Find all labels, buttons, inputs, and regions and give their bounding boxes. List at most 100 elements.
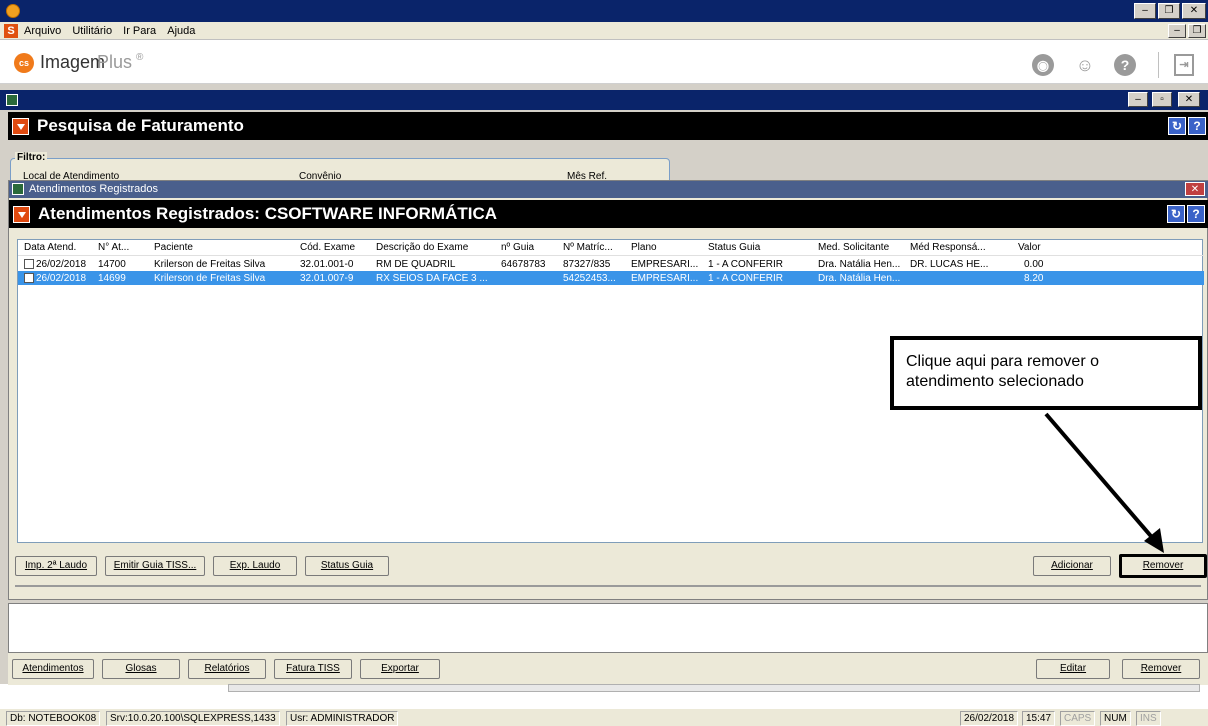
col-status-guia[interactable]: Status Guia bbox=[708, 242, 792, 253]
menu-ajuda[interactable]: Ajuda bbox=[167, 22, 195, 40]
row-checkbox[interactable] bbox=[24, 273, 34, 283]
exportar-button[interactable]: Exportar bbox=[360, 659, 440, 679]
mdi-restore-icon[interactable]: ❐ bbox=[1188, 24, 1206, 38]
col-plano[interactable]: Plano bbox=[631, 242, 693, 253]
remover-bottom-button[interactable]: Remover bbox=[1122, 659, 1200, 679]
user-icon[interactable]: ☺ bbox=[1074, 54, 1096, 76]
status-date: 26/02/2018 bbox=[960, 711, 1019, 726]
mdi-minimize-icon[interactable]: ‒ bbox=[1168, 24, 1186, 38]
glosas-button[interactable]: Glosas bbox=[102, 659, 180, 679]
cell-status-guia: 1 - A CONFERIR bbox=[708, 259, 784, 270]
status-time: 15:47 bbox=[1022, 711, 1056, 726]
collapse-icon[interactable] bbox=[13, 206, 30, 223]
details-pane bbox=[8, 603, 1208, 653]
window-icon bbox=[6, 94, 18, 106]
status-num: NUM bbox=[1100, 711, 1131, 726]
cell-med-solicitante: Dra. Natália Hen... bbox=[818, 273, 901, 284]
horizontal-scrollbar[interactable] bbox=[228, 684, 1200, 692]
help-icon[interactable]: ? bbox=[1188, 117, 1206, 135]
emitir-guia-button[interactable]: Emitir Guia TISS... bbox=[105, 556, 205, 576]
status-db: Db: NOTEBOOK08 bbox=[6, 711, 101, 726]
status-guia-button[interactable]: Status Guia bbox=[305, 556, 389, 576]
cell-descricao: RM DE QUADRIL bbox=[376, 259, 456, 270]
menu-bar: S Arquivo Utilitário Ir Para Ajuda ‒ ❐ bbox=[0, 22, 1208, 40]
collapse-icon[interactable] bbox=[12, 118, 29, 135]
window-icon bbox=[12, 183, 24, 195]
cell-status-guia: 1 - A CONFERIR bbox=[708, 273, 784, 284]
table-row[interactable]: 26/02/2018 14700 Krilerson de Freitas Si… bbox=[18, 257, 1204, 271]
status-usr: Usr: ADMINISTRADOR bbox=[286, 711, 399, 726]
cell-valor: 0.00 bbox=[1024, 259, 1044, 270]
cell-data: 26/02/2018 bbox=[36, 259, 87, 270]
menu-ir-para[interactable]: Ir Para bbox=[123, 22, 156, 40]
cell-n-matricula: 87327/835 bbox=[563, 259, 611, 270]
cell-med-responsavel: DR. LUCAS HE... bbox=[910, 259, 989, 270]
refresh-icon[interactable]: ↻ bbox=[1168, 117, 1186, 135]
cell-cod-exame: 32.01.007-9 bbox=[300, 273, 354, 284]
logout-icon[interactable]: ⇥ bbox=[1174, 54, 1194, 76]
col-descricao[interactable]: Descrição do Exame bbox=[376, 242, 496, 253]
callout-line2: atendimento selecionado bbox=[906, 373, 1084, 390]
toolbar-divider bbox=[1158, 52, 1159, 78]
status-ins: INS bbox=[1136, 711, 1161, 726]
cell-med-solicitante: Dra. Natália Hen... bbox=[818, 259, 901, 270]
atendimentos-tab-button[interactable]: Atendimentos bbox=[12, 659, 94, 679]
list-header: Data Atend. N° At... Paciente Cód. Exame… bbox=[18, 240, 1204, 256]
col-data-atend[interactable]: Data Atend. bbox=[24, 242, 82, 253]
col-n-guia[interactable]: nº Guia bbox=[501, 242, 557, 253]
pesquisa-header-title: Pesquisa de Faturamento bbox=[37, 116, 244, 135]
exp-laudo-button[interactable]: Exp. Laudo bbox=[213, 556, 297, 576]
col-n-matricula[interactable]: Nº Matríc... bbox=[563, 242, 627, 253]
divider bbox=[15, 585, 1201, 587]
pesquisa-minimize-icon[interactable]: ‒ bbox=[1128, 92, 1148, 107]
atendimentos-title-bar: Atendimentos Registrados ✕ bbox=[9, 181, 1208, 198]
cell-plano: EMPRESARI... bbox=[631, 273, 699, 284]
close-icon[interactable]: ✕ bbox=[1185, 182, 1205, 196]
pesquisa-header: Pesquisa de Faturamento ↻ ? bbox=[8, 112, 1208, 140]
pesquisa-close-icon[interactable]: ✕ bbox=[1178, 92, 1200, 107]
atendimentos-header-title: Atendimentos Registrados: CSOFTWARE INFO… bbox=[38, 204, 498, 223]
menu-arquivo[interactable]: Arquivo bbox=[24, 22, 61, 40]
col-paciente[interactable]: Paciente bbox=[154, 242, 294, 253]
atendimentos-header: Atendimentos Registrados: CSOFTWARE INFO… bbox=[9, 200, 1208, 228]
restore-icon[interactable]: ❐ bbox=[1158, 3, 1180, 19]
relatorios-button[interactable]: Relatórios bbox=[188, 659, 266, 679]
filter-label: Filtro: bbox=[15, 152, 48, 163]
callout-line1: Clique aqui para remover o bbox=[906, 353, 1099, 370]
col-n-at[interactable]: N° At... bbox=[98, 242, 144, 253]
main-title-bar: ‒ ❐ ✕ bbox=[0, 0, 1208, 22]
cell-data: 26/02/2018 bbox=[36, 273, 87, 284]
app-brand-bar: cs Imagem Plus ® ◉ ☺ ? ⇥ bbox=[0, 40, 1208, 84]
atendimentos-window-title: Atendimentos Registrados bbox=[29, 183, 159, 195]
refresh-icon[interactable]: ↻ bbox=[1167, 205, 1185, 223]
cell-paciente: Krilerson de Freitas Silva bbox=[154, 273, 266, 284]
col-cod-exame[interactable]: Cód. Exame bbox=[300, 242, 370, 253]
app-icon bbox=[6, 4, 20, 18]
cell-n-matricula: 54252453... bbox=[563, 273, 616, 284]
callout-arrow-icon bbox=[1044, 412, 1164, 553]
imp-laudo-button[interactable]: Imp. 2ª Laudo bbox=[15, 556, 97, 576]
close-icon[interactable]: ✕ bbox=[1182, 3, 1206, 19]
editar-button[interactable]: Editar bbox=[1036, 659, 1110, 679]
cell-valor: 8.20 bbox=[1024, 273, 1044, 284]
globe-icon[interactable]: ◉ bbox=[1032, 54, 1054, 76]
cell-n-at: 14699 bbox=[98, 273, 126, 284]
status-bar: Db: NOTEBOOK08 Srv:10.0.20.100\SQLEXPRES… bbox=[0, 708, 1208, 726]
row-checkbox[interactable] bbox=[24, 259, 34, 269]
col-med-solicitante[interactable]: Med. Solicitante bbox=[818, 242, 904, 253]
pesquisa-maximize-icon[interactable]: ▫ bbox=[1152, 92, 1172, 107]
menu-utilitario[interactable]: Utilitário bbox=[72, 22, 112, 40]
bottom-toolbar: Atendimentos Glosas Relatórios Fatura TI… bbox=[8, 653, 1208, 685]
cell-plano: EMPRESARI... bbox=[631, 259, 699, 270]
col-valor[interactable]: Valor bbox=[1018, 242, 1054, 253]
col-med-responsavel[interactable]: Méd Responsá... bbox=[910, 242, 998, 253]
help-icon[interactable]: ? bbox=[1114, 54, 1136, 76]
minimize-icon[interactable]: ‒ bbox=[1134, 3, 1156, 19]
fatura-tiss-button[interactable]: Fatura TISS bbox=[274, 659, 352, 679]
brand-sub: Plus bbox=[97, 52, 133, 72]
cell-descricao: RX SEIOS DA FACE 3 ... bbox=[376, 273, 488, 284]
cell-n-at: 14700 bbox=[98, 259, 126, 270]
help-icon[interactable]: ? bbox=[1187, 205, 1205, 223]
status-caps: CAPS bbox=[1060, 711, 1096, 726]
table-row-selected[interactable]: 26/02/2018 14699 Krilerson de Freitas Si… bbox=[18, 271, 1204, 285]
